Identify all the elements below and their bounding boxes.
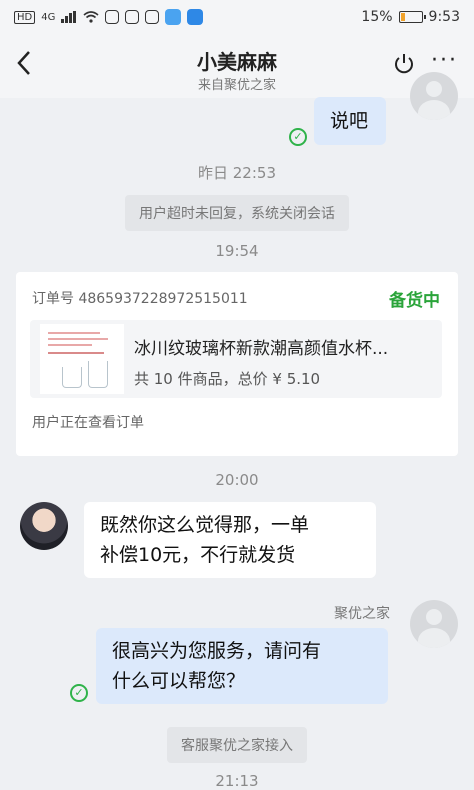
power-icon[interactable] bbox=[392, 52, 416, 76]
chat-header: 小美麻麻 来自聚优之家 ··· bbox=[0, 34, 474, 98]
more-options-icon[interactable]: ··· bbox=[431, 48, 458, 73]
app-icon-2 bbox=[125, 10, 140, 24]
order-status: 备货中 bbox=[389, 291, 440, 311]
message-text: 什么可以帮您？ bbox=[112, 670, 246, 692]
user-avatar[interactable] bbox=[20, 502, 68, 550]
system-notice: 客服聚优之家接入 bbox=[167, 727, 307, 763]
clock: 9:53 bbox=[428, 9, 460, 25]
timestamp: 19:54 bbox=[215, 242, 259, 260]
timestamp: 21:13 bbox=[215, 772, 259, 790]
order-summary: 共 10 件商品，总价 ¥ 5.10 bbox=[134, 370, 321, 388]
product-item[interactable]: 冰川纹玻璃杯新款潮高颜值水杯... 共 10 件商品，总价 ¥ 5.10 bbox=[30, 320, 442, 398]
timestamp: 昨日 22:53 bbox=[198, 164, 276, 182]
order-card[interactable]: 订单号 4865937228972515011 备货中 冰川纹玻璃杯新款潮高颜值… bbox=[16, 272, 458, 456]
status-bar: HD 4G 15% 9:53 bbox=[0, 0, 474, 34]
order-number: 订单号 4865937228972515011 bbox=[32, 291, 248, 307]
battery-percent: 15% bbox=[361, 9, 393, 25]
read-check-icon: ✓ bbox=[70, 684, 88, 702]
hd-indicator: HD bbox=[14, 10, 36, 24]
app-icon-3 bbox=[145, 10, 160, 24]
message-bubble[interactable]: 说吧 bbox=[314, 97, 386, 145]
wifi-icon bbox=[83, 11, 99, 23]
message-text: 补偿10元，不行就发货 bbox=[100, 544, 296, 566]
message-bubble[interactable]: 既然你这么觉得那，一单 补偿10元，不行就发货 bbox=[84, 502, 376, 578]
chat-subtitle: 来自聚优之家 bbox=[197, 78, 276, 93]
sender-name: 聚优之家 bbox=[334, 606, 390, 622]
app-icon-1 bbox=[105, 10, 120, 24]
signal-text: 4G bbox=[41, 11, 56, 23]
message-bubble[interactable]: 很高兴为您服务，请问有 什么可以帮您？ bbox=[96, 628, 388, 704]
message-text: 说吧 bbox=[330, 110, 369, 132]
battery-icon bbox=[398, 11, 426, 23]
timestamp: 20:00 bbox=[215, 471, 259, 489]
product-name: 冰川纹玻璃杯新款潮高颜值水杯... bbox=[134, 339, 389, 359]
agent-avatar[interactable] bbox=[410, 600, 458, 648]
agent-avatar[interactable] bbox=[410, 72, 458, 120]
order-note: 用户正在查看订单 bbox=[32, 415, 144, 431]
message-text: 既然你这么觉得那，一单 bbox=[100, 514, 310, 536]
signal-icon bbox=[61, 11, 77, 23]
app-icon-blue bbox=[187, 9, 204, 25]
system-notice: 用户超时未回复，系统关闭会话 bbox=[125, 195, 349, 231]
message-text: 很高兴为您服务，请问有 bbox=[112, 640, 322, 662]
search-app-icon bbox=[165, 9, 182, 25]
product-thumbnail bbox=[40, 324, 124, 394]
read-check-icon: ✓ bbox=[289, 128, 307, 146]
